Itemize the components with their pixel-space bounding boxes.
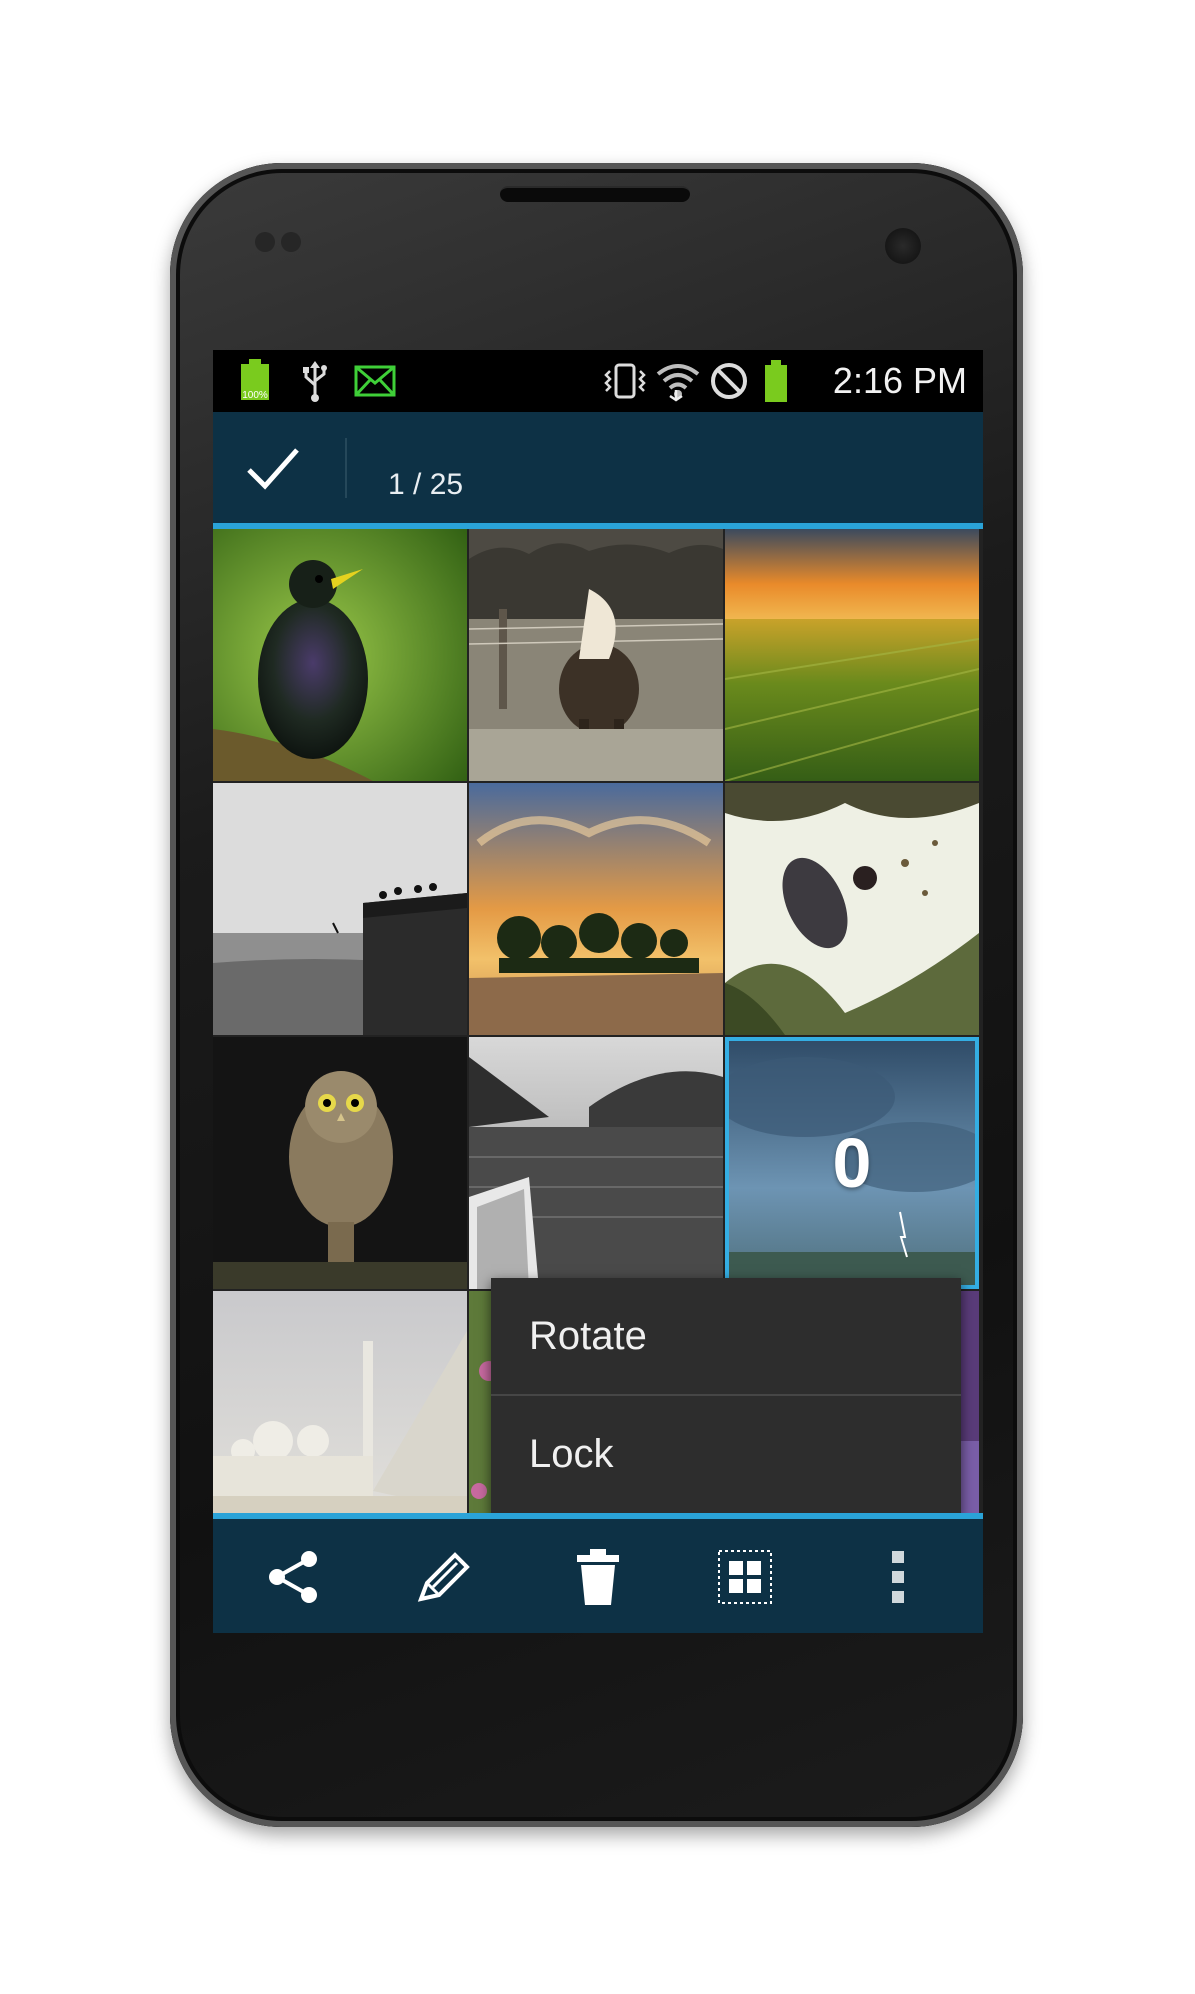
clock: 2:16 PM — [832, 360, 967, 401]
battery-percent-label: 100% — [242, 390, 268, 401]
wifi-icon — [655, 358, 701, 404]
earpiece-speaker — [500, 186, 690, 202]
overflow-menu: Rotate Lock — [491, 1278, 961, 1518]
trash-icon[interactable] — [553, 1535, 643, 1619]
photo-wheat-field[interactable] — [725, 529, 979, 781]
photo-woman-in-frame[interactable] — [725, 783, 979, 1035]
select-all-icon[interactable] — [700, 1535, 790, 1619]
menu-item-lock[interactable]: Lock — [491, 1396, 961, 1512]
overflow-icon[interactable] — [853, 1535, 943, 1619]
photo-starling[interactable] — [213, 529, 467, 781]
battery-icon — [761, 358, 791, 404]
action-bar: 1 / 25 — [213, 412, 983, 529]
menu-item-rotate[interactable]: Rotate — [491, 1278, 961, 1394]
status-bar: 100% 2:16 PM — [213, 350, 983, 412]
selection-order-label: 0 — [832, 1124, 872, 1202]
usb-icon — [295, 358, 335, 404]
edit-icon[interactable] — [398, 1535, 488, 1619]
share-icon[interactable] — [248, 1535, 338, 1619]
battery-full-icon: 100% — [235, 358, 275, 404]
photo-owl[interactable] — [213, 1037, 467, 1289]
photo-storm[interactable]: 0 — [725, 1037, 979, 1289]
photo-mosque[interactable] — [213, 1291, 467, 1543]
vibrate-icon — [601, 358, 649, 404]
selection-count: 1 / 25 — [388, 468, 464, 501]
front-camera — [885, 228, 921, 264]
bottom-action-bar — [213, 1513, 983, 1633]
check-icon[interactable] — [243, 440, 303, 496]
blocked-icon — [707, 358, 751, 404]
proximity-sensors — [255, 232, 315, 254]
screen: 100% 2:16 PM 1 / 25 0 Rotate Lock — [213, 350, 983, 1633]
photo-sunset-trees[interactable] — [469, 783, 723, 1035]
photo-horse[interactable] — [469, 529, 723, 781]
photo-harbor-bw[interactable] — [213, 783, 467, 1035]
mail-icon — [351, 358, 399, 404]
action-bar-divider — [345, 438, 347, 498]
photo-lake-canoe[interactable] — [469, 1037, 723, 1289]
